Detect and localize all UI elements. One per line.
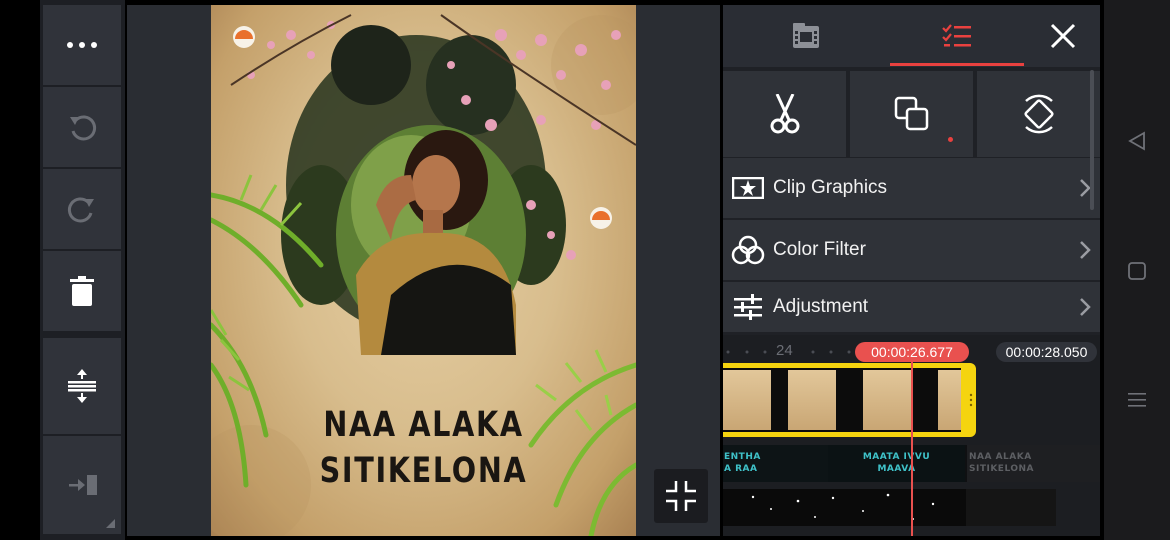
adjustment-icon [734, 294, 762, 320]
trash-icon [70, 276, 94, 306]
preview-title-line1: NAA ALAKA [323, 405, 524, 445]
clip-graphics-icon [732, 177, 764, 199]
scissors-icon [770, 94, 799, 134]
resize-corner-icon [106, 519, 115, 528]
exit-icon [69, 475, 97, 495]
edit-tab[interactable] [890, 5, 1024, 67]
delete-button[interactable] [43, 251, 121, 331]
close-button[interactable] [1026, 5, 1100, 67]
playhead[interactable] [911, 361, 913, 536]
redo-icon [67, 197, 94, 223]
color-filter-icon [731, 235, 765, 265]
effect-clip[interactable] [723, 489, 966, 526]
collapse-preview-button[interactable] [654, 469, 708, 523]
clip-frame [863, 370, 911, 430]
film-icon [792, 23, 819, 48]
home-icon[interactable] [1128, 262, 1146, 280]
notification-dot [948, 137, 953, 142]
left-toolbar [40, 0, 125, 540]
exit-button[interactable] [43, 436, 121, 534]
checklist-icon [942, 24, 971, 47]
adjustment-label: Adjustment [773, 296, 869, 317]
text-clip-line: SITIKELONA [969, 464, 1035, 474]
timeline[interactable]: 24 00:00:26.677 00:00:28.050 ENTHA A RAA… [723, 335, 1100, 536]
split-clip-button[interactable] [723, 71, 846, 157]
clip-thumbnails [723, 368, 961, 432]
panel-scrollbar[interactable] [1090, 70, 1094, 210]
undo-button[interactable] [43, 87, 121, 167]
redo-button[interactable] [43, 169, 121, 249]
clip-frame [788, 370, 836, 430]
clip-handle-icon[interactable] [969, 393, 973, 407]
back-icon[interactable] [1127, 131, 1147, 151]
video-preview[interactable]: NAA ALAKA SITIKELONA [211, 5, 636, 536]
chevron-right-icon [1080, 241, 1091, 259]
rotate-button[interactable] [977, 71, 1100, 157]
video-clip[interactable] [723, 363, 976, 437]
panel-tabbar [723, 5, 1100, 67]
total-time-badge: 00:00:28.050 [996, 342, 1097, 362]
clip-graphics-label: Clip Graphics [773, 177, 888, 198]
text-clip-line: MAAVA [877, 464, 916, 474]
layer-button[interactable] [850, 71, 973, 157]
undo-icon [70, 115, 97, 141]
text-clip[interactable]: ENTHA A RAA [723, 445, 828, 482]
text-clip-line: MAATA IVVU [862, 452, 931, 462]
preview-title-line2: SITIKELONA [319, 451, 528, 491]
layer-icon [894, 96, 928, 131]
active-tab-indicator [890, 63, 1024, 66]
rotate-icon [1023, 94, 1054, 134]
ruler-ticks [726, 350, 851, 354]
chevron-right-icon [1080, 298, 1091, 316]
text-clip-line: ENTHA [724, 452, 761, 462]
split-icon [68, 369, 96, 403]
more-icon [67, 42, 97, 48]
screen-edge [0, 0, 40, 540]
edit-panel: Clip Graphics Color Filter Adjustment 24… [723, 5, 1100, 536]
system-nav-bar [1104, 0, 1170, 540]
text-clip[interactable]: MAATA IVVU MAAVA [828, 445, 965, 482]
ruler-label: 24 [776, 342, 793, 359]
split-screen-button[interactable] [43, 338, 121, 434]
more-options-button[interactable] [43, 5, 121, 85]
clip-graphics-item[interactable]: Clip Graphics [723, 158, 1100, 218]
color-filter-label: Color Filter [773, 239, 866, 260]
adjustment-item[interactable]: Adjustment [723, 282, 1100, 332]
close-icon [1050, 23, 1076, 49]
sparkle-effect [751, 493, 935, 520]
current-time-badge: 00:00:26.677 [855, 342, 969, 362]
text-clip-line: NAA ALAKA [969, 452, 1032, 462]
text-clip-line: A RAA [724, 464, 758, 474]
collapse-icon [666, 481, 696, 511]
quick-tools [723, 71, 1100, 157]
clip-frame [723, 370, 771, 430]
color-filter-item[interactable]: Color Filter [723, 220, 1100, 280]
clip-frame [938, 370, 961, 430]
recents-icon[interactable] [1128, 392, 1146, 408]
media-tab[interactable] [723, 5, 888, 67]
text-clip[interactable]: NAA ALAKA SITIKELONA [967, 445, 1100, 482]
effect-clip[interactable] [966, 489, 1056, 526]
